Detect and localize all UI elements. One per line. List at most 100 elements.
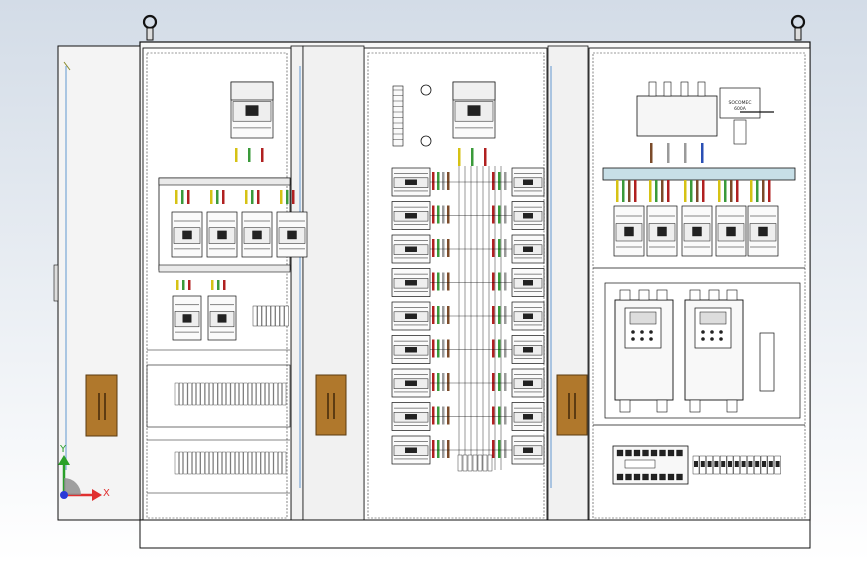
keypad-button[interactable] (710, 337, 714, 341)
circuit-breaker[interactable] (511, 301, 545, 331)
control-relay[interactable] (759, 332, 775, 392)
circuit-breaker[interactable] (511, 234, 545, 264)
breaker-toggle[interactable] (217, 230, 227, 240)
terminal (200, 382, 205, 406)
cabinet-assembly-view[interactable]: Y X SOCOMEC 600A (0, 0, 867, 562)
breaker-toggle[interactable] (624, 226, 634, 237)
breaker-toggle[interactable] (405, 414, 417, 420)
cad-viewport[interactable]: Y X SOCOMEC 600A (0, 0, 867, 562)
circuit-breaker[interactable] (391, 301, 431, 331)
breaker-toggle[interactable] (758, 226, 768, 237)
breaker-toggle[interactable] (523, 414, 534, 420)
isolator-switch[interactable] (636, 95, 718, 137)
circuit-breaker[interactable] (646, 205, 678, 257)
left-door[interactable] (53, 45, 141, 521)
circuit-breaker[interactable] (613, 205, 645, 257)
handle-body[interactable] (315, 374, 347, 436)
circuit-breaker[interactable] (391, 201, 431, 230)
circuit-breaker[interactable] (171, 211, 203, 258)
breaker-toggle[interactable] (405, 280, 417, 286)
breaker-toggle[interactable] (405, 447, 417, 454)
door-handle-icon[interactable] (85, 374, 118, 437)
variable-frequency-drive[interactable] (614, 289, 674, 413)
circuit-breaker[interactable] (391, 167, 431, 197)
circuit-breaker[interactable] (206, 211, 238, 258)
breaker-toggle[interactable] (523, 280, 534, 286)
breaker-toggle[interactable] (217, 314, 227, 323)
keypad-button[interactable] (719, 337, 723, 341)
circuit-breaker[interactable] (511, 335, 545, 364)
wire (492, 440, 495, 458)
circuit-breaker[interactable] (681, 205, 713, 257)
breaker-toggle[interactable] (692, 226, 702, 237)
circuit-breaker[interactable] (511, 201, 545, 230)
wire (432, 406, 435, 425)
breaker-toggle[interactable] (182, 230, 192, 240)
keypad-button[interactable] (649, 337, 653, 341)
terminal (256, 382, 261, 406)
door-handle-icon[interactable] (315, 374, 347, 436)
circuit-breaker[interactable] (391, 435, 431, 465)
circuit-breaker[interactable] (715, 205, 747, 257)
keypad-button[interactable] (719, 330, 723, 334)
circuit-breaker[interactable] (391, 234, 431, 264)
circuit-breaker[interactable] (276, 211, 308, 258)
wire (504, 406, 507, 425)
circuit-breaker[interactable] (511, 268, 545, 297)
breaker-toggle[interactable] (405, 380, 417, 387)
wire (622, 180, 625, 202)
circuit-breaker[interactable] (511, 167, 545, 197)
circuit-breaker[interactable] (747, 205, 779, 257)
circuit-breaker[interactable] (391, 402, 431, 431)
breaker-toggle[interactable] (405, 179, 417, 185)
circuit-breaker[interactable] (391, 268, 431, 297)
door-handle-icon[interactable] (556, 374, 588, 436)
breaker-toggle[interactable] (523, 347, 534, 353)
breaker-toggle[interactable] (405, 347, 417, 353)
circuit-breaker[interactable] (511, 402, 545, 431)
breaker-toggle[interactable] (523, 447, 534, 454)
circuit-breaker[interactable] (391, 335, 431, 364)
terminal (467, 454, 473, 472)
circuit-breaker[interactable] (172, 295, 202, 341)
wire (217, 280, 220, 290)
terminal (209, 451, 214, 475)
isolator-handle[interactable] (733, 119, 747, 145)
switch-plate-line1: SOCOMEC (729, 100, 752, 106)
handle-body[interactable] (556, 374, 588, 436)
keypad-button[interactable] (701, 330, 705, 334)
door-panel[interactable] (57, 45, 141, 521)
breaker-toggle[interactable] (726, 226, 736, 237)
breaker-toggle[interactable] (245, 105, 259, 116)
breaker-toggle[interactable] (287, 230, 297, 240)
breaker-toggle[interactable] (405, 213, 417, 219)
circuit-breaker[interactable] (511, 368, 545, 398)
circuit-breaker[interactable] (511, 435, 545, 465)
circuit-breaker[interactable] (241, 211, 273, 258)
breaker-toggle[interactable] (523, 313, 534, 320)
keypad-button[interactable] (649, 330, 653, 334)
circuit-breaker[interactable] (391, 368, 431, 398)
breaker-toggle[interactable] (523, 246, 534, 252)
breaker-toggle[interactable] (182, 314, 192, 323)
handle-body[interactable] (85, 374, 118, 437)
wire (432, 373, 435, 391)
keypad-button[interactable] (631, 330, 635, 334)
breaker-toggle[interactable] (523, 380, 534, 387)
pilot-lamp (420, 84, 432, 96)
keypad-button[interactable] (710, 330, 714, 334)
breaker-toggle[interactable] (523, 179, 534, 185)
keypad-button[interactable] (631, 337, 635, 341)
middle-door[interactable] (302, 45, 365, 521)
breaker-toggle[interactable] (523, 213, 534, 219)
keypad-button[interactable] (701, 337, 705, 341)
keypad-button[interactable] (640, 337, 644, 341)
breaker-toggle[interactable] (252, 230, 262, 240)
breaker-toggle[interactable] (467, 105, 481, 116)
breaker-toggle[interactable] (405, 246, 417, 252)
circuit-breaker[interactable] (207, 295, 237, 341)
breaker-toggle[interactable] (657, 226, 667, 237)
keypad-button[interactable] (640, 330, 644, 334)
variable-frequency-drive[interactable] (684, 289, 744, 413)
breaker-toggle[interactable] (405, 313, 417, 320)
